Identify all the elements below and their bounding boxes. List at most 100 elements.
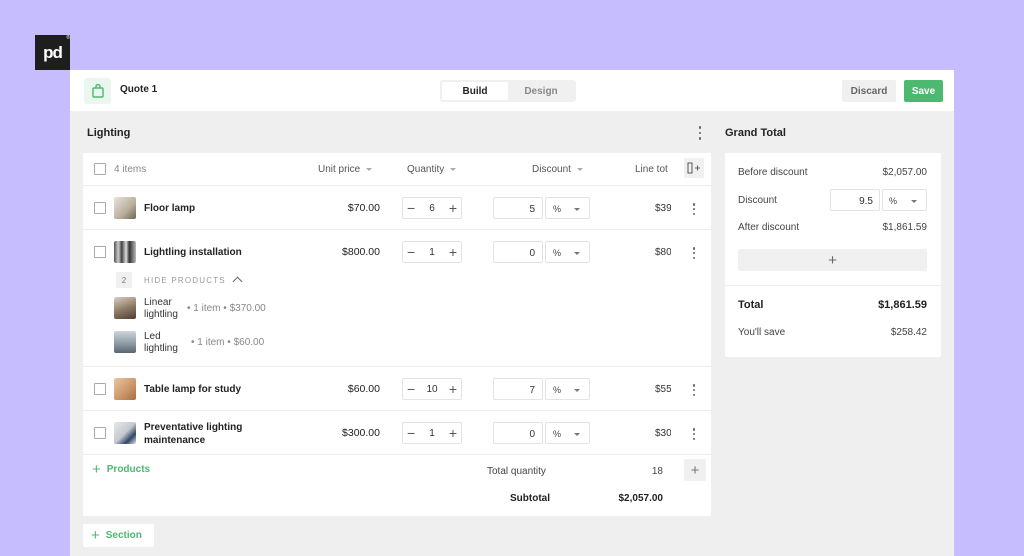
after-discount-label: After discount	[738, 222, 800, 233]
quote-builder-app: Quote 1 Build Design Discard Save Lighti…	[70, 70, 954, 556]
bundle-product-thumbnail	[114, 331, 136, 353]
discount-type-value: %	[889, 196, 898, 206]
grand-discount-type-select[interactable]: %	[882, 189, 927, 211]
column-line-total[interactable]: Line tot	[635, 164, 668, 175]
discount-type-value: %	[553, 429, 562, 439]
minus-icon[interactable]: −	[407, 382, 415, 396]
minus-icon[interactable]: −	[407, 426, 415, 440]
line-total-value: $558.00	[655, 384, 671, 395]
plus-icon: +	[92, 460, 101, 478]
plus-icon: +	[690, 461, 700, 479]
discount-input[interactable]: 5	[493, 197, 543, 219]
row-checkbox[interactable]	[94, 383, 106, 395]
name-line: lightling	[144, 309, 178, 320]
section-title: Lighting	[87, 127, 131, 139]
after-discount-value: $1,861.59	[882, 222, 928, 233]
table-row: Preventative lighting maintenance $300.00…	[83, 411, 711, 455]
discount-input[interactable]: 0	[493, 241, 543, 263]
grand-discount-input[interactable]: 9.5	[830, 189, 880, 211]
row-more-icon[interactable]	[690, 428, 698, 440]
plus-icon[interactable]: +	[449, 426, 457, 440]
discard-button[interactable]: Discard	[842, 80, 896, 102]
tab-build[interactable]: Build	[442, 82, 508, 100]
add-products-button[interactable]: + Products	[92, 460, 151, 478]
minus-icon[interactable]: −	[407, 201, 415, 215]
before-discount-value: $2,057.00	[882, 167, 928, 178]
caret-down-icon	[450, 167, 457, 171]
quantity-value[interactable]: 10	[426, 384, 437, 395]
bundle-product-meta: • 1 item • $370.00	[187, 303, 266, 314]
savings-value: $258.42	[890, 327, 927, 338]
add-adjustment-button[interactable]: +	[738, 249, 927, 271]
column-label: Unit price	[318, 164, 361, 175]
column-quantity[interactable]: Quantity	[407, 164, 457, 175]
plus-icon[interactable]: +	[449, 382, 457, 396]
row-checkbox[interactable]	[94, 246, 106, 258]
unit-price: $70.00	[347, 202, 380, 214]
save-button[interactable]: Save	[904, 80, 943, 102]
bundle-product-thumbnail	[114, 297, 136, 319]
discount-input[interactable]: 7	[493, 378, 543, 400]
product-name: Floor lamp	[144, 203, 196, 214]
line-items-table: 4 items Unit price Quantity Discount Lin…	[83, 153, 711, 516]
select-all-checkbox[interactable]	[94, 163, 106, 175]
bundle-product-meta: • 1 item • $60.00	[191, 337, 265, 348]
line-total: $558.00	[643, 384, 671, 395]
plus-icon[interactable]: +	[449, 201, 457, 215]
bundle-product-name: Linear lightling	[144, 297, 178, 321]
line-total-value: $800.00	[655, 247, 671, 258]
discount-type-select[interactable]: %	[545, 241, 590, 263]
name-line: Linear	[144, 297, 172, 308]
quantity-stepper: −10 +	[402, 378, 462, 400]
chevron-up-icon[interactable]	[232, 276, 243, 287]
row-more-icon[interactable]	[690, 247, 698, 259]
product-thumbnail	[114, 241, 136, 263]
column-label: Discount	[532, 164, 571, 175]
discount-type-value: %	[553, 385, 562, 395]
grand-total-title: Grand Total	[725, 127, 786, 139]
section-more-icon[interactable]	[696, 125, 704, 141]
minus-icon[interactable]: −	[407, 245, 415, 259]
add-section-button[interactable]: + Section	[83, 524, 154, 547]
discount-type-select[interactable]: %	[545, 422, 590, 444]
logo-text: pd	[43, 42, 63, 62]
discount-type-select[interactable]: %	[545, 378, 590, 400]
line-total: $399.00	[643, 203, 671, 214]
column-unit-price[interactable]: Unit price	[318, 164, 373, 175]
row-more-icon[interactable]	[690, 203, 698, 215]
line-total: $800.00	[643, 247, 671, 258]
add-products-label: Products	[106, 464, 151, 475]
total-label: Total	[738, 299, 764, 311]
quantity-value[interactable]: 1	[429, 428, 435, 439]
line-total: $300.00	[643, 428, 671, 439]
table-row: Floor lamp $70.00 − 6 + 5 % $399.00	[83, 186, 711, 230]
savings-label: You'll save	[738, 327, 786, 338]
plus-icon[interactable]: +	[449, 245, 457, 259]
tab-design[interactable]: Design	[508, 82, 574, 100]
discount-type-select[interactable]: %	[545, 197, 590, 219]
quote-title: Quote 1	[120, 84, 158, 95]
unit-price: $300.00	[342, 427, 380, 439]
name-line: Preventative lighting	[144, 422, 243, 433]
add-row-button[interactable]: +	[684, 459, 706, 481]
add-column-icon[interactable]	[684, 158, 704, 178]
row-checkbox[interactable]	[94, 202, 106, 214]
caret-down-icon	[574, 433, 580, 436]
hide-products-toggle[interactable]: HIDE PRODUCTS	[144, 276, 226, 285]
product-thumbnail	[114, 197, 136, 219]
discount-type-value: %	[553, 204, 562, 214]
quantity-value[interactable]: 1	[429, 247, 435, 258]
discount-input[interactable]: 0	[493, 422, 543, 444]
brand-logo: pd ®	[35, 35, 70, 70]
product-thumbnail	[114, 378, 136, 400]
line-total-value: $399.00	[655, 203, 671, 214]
row-more-icon[interactable]	[690, 384, 698, 396]
name-line: maintenance	[144, 435, 206, 446]
table-header: 4 items Unit price Quantity Discount Lin…	[83, 153, 711, 186]
quantity-value[interactable]: 6	[429, 203, 435, 214]
row-checkbox[interactable]	[94, 427, 106, 439]
add-section-label: Section	[105, 530, 142, 541]
column-discount[interactable]: Discount	[532, 164, 583, 175]
discount-label: Discount	[738, 195, 777, 206]
unit-price: $800.00	[342, 246, 380, 258]
